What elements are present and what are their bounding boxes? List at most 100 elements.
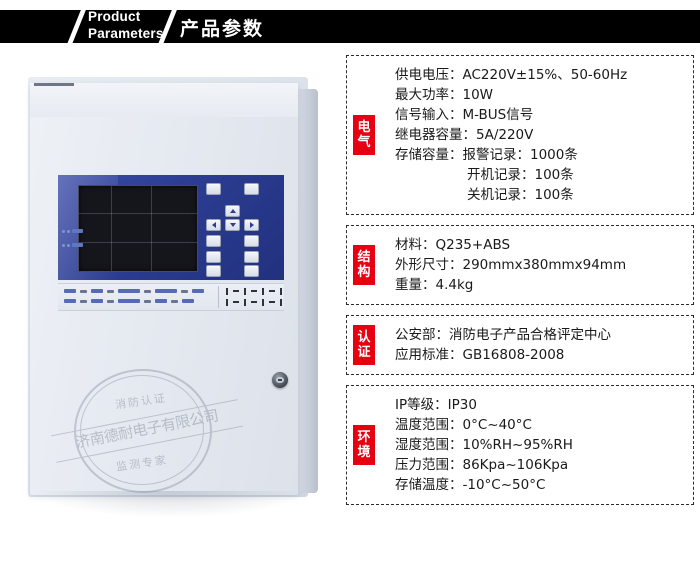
- spec-tab-char: 环: [357, 430, 371, 445]
- led-dot-icon: [67, 229, 70, 233]
- product-photo: 消防认证 济南德耐电子有限公司 监测专家: [8, 55, 338, 555]
- indicator-label: [91, 299, 103, 303]
- faceplate-led-indicator: [62, 243, 83, 247]
- indicator-label: [118, 289, 140, 293]
- indicator-label: [118, 299, 140, 303]
- key-function-2[interactable]: [244, 183, 259, 195]
- product-base-shadow: [36, 491, 304, 517]
- switch-contact-icon: [262, 288, 264, 295]
- spec-lines-environment: IP等级：IP30 温度范围：0°C~40°C 湿度范围：10%RH~95%RH…: [395, 386, 693, 504]
- indicator-band-divider: [218, 286, 219, 308]
- spec-line: 供电电压：AC220V±15%、50-60Hz: [395, 67, 628, 83]
- switch-terminal-grid: [226, 288, 282, 306]
- spec-line: 应用标准：GB16808-2008: [395, 347, 565, 363]
- spec-line: 信号输入：M-BUS信号: [395, 107, 534, 123]
- indicator-label-band: [58, 283, 284, 311]
- indicator-label: [64, 289, 76, 293]
- spec-tab-char: 气: [357, 135, 371, 150]
- lcd-display: [78, 185, 198, 272]
- spec-line: 开机记录：100条: [467, 167, 574, 183]
- key-function-3[interactable]: [206, 235, 221, 247]
- spec-lines-structure: 材料：Q235+ABS 外形尺寸：290mmx380mmx94mm 重量：4.4…: [395, 226, 693, 304]
- switch-dash-icon: [233, 290, 239, 292]
- spec-lines-electrical: 供电电压：AC220V±15%、50-60Hz 最大功率：10W 信号输入：M-…: [395, 56, 693, 214]
- spec-tab-char: 境: [357, 445, 371, 460]
- spec-box-certification: 认 证 公安部：消防电子产品合格评定中心 应用标准：GB16808-2008: [346, 315, 694, 375]
- switch-contact-icon: [280, 299, 282, 306]
- indicator-row-bottom: [64, 299, 194, 303]
- key-arrow-up[interactable]: [225, 205, 240, 217]
- spec-tab-electrical: 电 气: [353, 115, 375, 155]
- switch-contact-icon: [262, 299, 264, 306]
- switch-dash-icon: [269, 301, 275, 303]
- spec-line: 压力范围：86Kpa~106Kpa: [395, 457, 569, 473]
- enclosure-side-wall: [296, 89, 318, 493]
- key-function-8[interactable]: [244, 265, 259, 277]
- switch-dash-icon: [251, 301, 257, 303]
- spec-line: 存储容量：报警记录：1000条: [395, 147, 578, 163]
- spec-tab-certification: 认 证: [353, 325, 375, 365]
- spec-line: 继电器容量：5A/220V: [395, 127, 534, 143]
- indicator-label: [182, 299, 194, 303]
- led-label-block: [72, 243, 83, 247]
- indicator-label: [64, 299, 76, 303]
- led-dot-icon: [67, 243, 70, 247]
- key-function-5[interactable]: [206, 251, 221, 263]
- key-arrow-right[interactable]: [244, 219, 259, 231]
- indicator-lamp-icon: [80, 289, 87, 293]
- chevron-up-icon: [229, 209, 236, 213]
- enclosure-hinge: [34, 83, 74, 86]
- banner-title-chinese: 产品参数: [180, 18, 265, 40]
- switch-dash-icon: [251, 290, 257, 292]
- spec-tab-structure: 结 构: [353, 245, 375, 285]
- lock-keyhole-icon: [276, 377, 284, 383]
- key-arrow-down[interactable]: [225, 219, 240, 231]
- banner-slash-divider-1: [64, 10, 89, 43]
- spec-lines-certification: 公安部：消防电子产品合格评定中心 应用标准：GB16808-2008: [395, 316, 693, 374]
- led-dot-icon: [62, 229, 65, 233]
- switch-contact-icon: [226, 288, 228, 295]
- switch-dash-icon: [269, 290, 275, 292]
- key-function-7[interactable]: [206, 265, 221, 277]
- spec-tab-environment: 环 境: [353, 425, 375, 465]
- spec-line: 存储温度：-10°C~50°C: [395, 477, 546, 493]
- spec-line: 材料：Q235+ABS: [395, 237, 511, 253]
- key-function-4[interactable]: [244, 235, 259, 247]
- key-arrow-left[interactable]: [206, 219, 221, 231]
- chevron-down-icon: [229, 223, 236, 227]
- indicator-lamp-icon: [144, 299, 151, 303]
- switch-contact-icon: [244, 288, 246, 295]
- specification-list: 电 气 供电电压：AC220V±15%、50-60Hz 最大功率：10W 信号输…: [346, 55, 694, 515]
- spec-box-electrical: 电 气 供电电压：AC220V±15%、50-60Hz 最大功率：10W 信号输…: [346, 55, 694, 215]
- indicator-lamp-icon: [171, 299, 178, 303]
- key-function-6[interactable]: [244, 251, 259, 263]
- chevron-right-icon: [249, 222, 254, 228]
- banner-title-english-line1: Product: [88, 10, 141, 24]
- indicator-label: [192, 289, 204, 293]
- switch-contact-icon: [280, 288, 282, 295]
- spec-box-structure: 结 构 材料：Q235+ABS 外形尺寸：290mmx380mmx94mm 重量…: [346, 225, 694, 305]
- indicator-lamp-icon: [144, 289, 151, 293]
- banner-title-english: Product Parameters: [88, 10, 164, 42]
- indicator-lamp-icon: [107, 289, 114, 293]
- indicator-row-top: [64, 289, 204, 293]
- key-function-1[interactable]: [206, 183, 221, 195]
- spec-box-environment: 环 境 IP等级：IP30 温度范围：0°C~40°C 湿度范围：10%RH~9…: [346, 385, 694, 505]
- lock-slot-icon: [278, 379, 282, 381]
- spec-line: 关机记录：100条: [467, 187, 574, 203]
- keypad[interactable]: [204, 181, 278, 277]
- control-faceplate: [58, 175, 284, 280]
- lcd-gridline: [111, 186, 112, 271]
- enclosure-top-strip: [30, 83, 298, 117]
- spec-line: IP等级：IP30: [395, 397, 477, 413]
- spec-line: 公安部：消防电子产品合格评定中心: [395, 327, 611, 343]
- spec-tab-char: 证: [357, 345, 371, 360]
- indicator-label: [155, 289, 177, 293]
- page-header-banner: Product Parameters 产品参数: [0, 10, 700, 43]
- lcd-gridline: [79, 242, 197, 243]
- banner-title-english-line2: Parameters: [88, 25, 164, 41]
- spec-line: 温度范围：0°C~40°C: [395, 417, 532, 433]
- indicator-label: [91, 289, 103, 293]
- cabinet-lock: [272, 372, 288, 388]
- spec-tab-char: 认: [357, 330, 371, 345]
